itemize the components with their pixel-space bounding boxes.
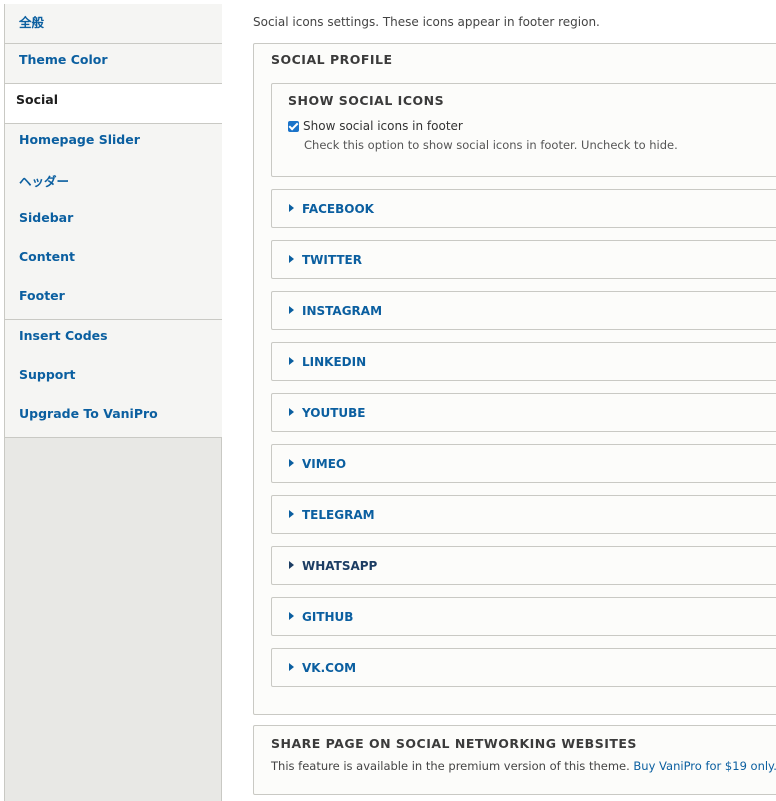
details-summary[interactable]: INSTAGRAM bbox=[302, 304, 382, 318]
tab-label: Content bbox=[19, 249, 75, 264]
triangle-right-icon bbox=[289, 306, 294, 314]
tab-label: 全般 bbox=[19, 15, 45, 30]
details-vimeo[interactable]: VIMEO bbox=[271, 444, 776, 483]
details-twitter[interactable]: TWITTER bbox=[271, 240, 776, 279]
fieldset-legend: SOCIAL PROFILE bbox=[271, 52, 393, 67]
tab-panel-social: Social icons settings. These icons appea… bbox=[222, 0, 776, 801]
tab-header[interactable]: ヘッダー bbox=[5, 163, 222, 203]
details-summary[interactable]: TELEGRAM bbox=[302, 508, 375, 522]
vertical-tabs-menu: 全般 Theme Color Social Homepage Slider ヘッ… bbox=[4, 4, 224, 801]
triangle-right-icon bbox=[289, 612, 294, 620]
tab-label: Insert Codes bbox=[19, 328, 108, 343]
tab-label: Footer bbox=[19, 288, 65, 303]
buy-vanipro-link[interactable]: Buy VaniPro for $19 only. bbox=[633, 759, 776, 773]
triangle-right-icon bbox=[289, 459, 294, 467]
tab-insert-codes[interactable]: Insert Codes bbox=[5, 320, 222, 360]
tab-footer[interactable]: Footer bbox=[5, 280, 222, 320]
tab-label: Homepage Slider bbox=[19, 132, 140, 147]
details-summary[interactable]: LINKEDIN bbox=[302, 355, 366, 369]
details-linkedin[interactable]: LINKEDIN bbox=[271, 342, 776, 381]
tab-homepage-slider[interactable]: Homepage Slider bbox=[5, 124, 222, 164]
tab-general[interactable]: 全般 bbox=[5, 4, 222, 44]
details-summary[interactable]: VIMEO bbox=[302, 457, 346, 471]
details-summary[interactable]: VK.COM bbox=[302, 661, 356, 675]
panel-description: Social icons settings. These icons appea… bbox=[253, 15, 600, 29]
checkbox-label[interactable]: Show social icons in footer bbox=[303, 119, 463, 133]
triangle-right-icon bbox=[289, 663, 294, 671]
details-summary[interactable]: TWITTER bbox=[302, 253, 362, 267]
share-page-fieldset: SHARE PAGE ON SOCIAL NETWORKING WEBSITES… bbox=[253, 725, 776, 795]
details-telegram[interactable]: TELEGRAM bbox=[271, 495, 776, 534]
tab-sidebar[interactable]: Sidebar bbox=[5, 202, 222, 242]
show-social-icons-fieldset: SHOW SOCIAL ICONS Show social icons in f… bbox=[271, 83, 776, 177]
details-github[interactable]: GITHUB bbox=[271, 597, 776, 636]
tab-theme-color[interactable]: Theme Color bbox=[5, 44, 222, 84]
fieldset-legend: SHARE PAGE ON SOCIAL NETWORKING WEBSITES bbox=[271, 736, 637, 751]
fieldset-legend: SHOW SOCIAL ICONS bbox=[288, 93, 445, 108]
share-description: This feature is available in the premium… bbox=[271, 759, 776, 773]
tab-label: Social bbox=[16, 92, 59, 107]
details-facebook[interactable]: FACEBOOK bbox=[271, 189, 776, 228]
tab-label: ヘッダー bbox=[19, 174, 70, 189]
details-youtube[interactable]: YOUTUBE bbox=[271, 393, 776, 432]
tab-support[interactable]: Support bbox=[5, 359, 222, 399]
triangle-right-icon bbox=[289, 510, 294, 518]
show-icons-checkbox-row[interactable]: Show social icons in footer bbox=[288, 119, 463, 133]
tab-label: Upgrade To VaniPro bbox=[19, 406, 158, 421]
tab-label: Sidebar bbox=[19, 210, 74, 225]
share-text: This feature is available in the premium… bbox=[271, 759, 630, 773]
details-instagram[interactable]: INSTAGRAM bbox=[271, 291, 776, 330]
details-vk[interactable]: VK.COM bbox=[271, 648, 776, 687]
details-whatsapp[interactable]: WHATSAPP bbox=[271, 546, 776, 585]
details-summary[interactable]: WHATSAPP bbox=[302, 559, 377, 573]
social-profile-fieldset: SOCIAL PROFILE SHOW SOCIAL ICONS Show so… bbox=[253, 43, 776, 715]
triangle-right-icon bbox=[289, 357, 294, 365]
checkbox-checked-icon[interactable] bbox=[288, 120, 299, 132]
details-summary[interactable]: GITHUB bbox=[302, 610, 353, 624]
tab-label: Theme Color bbox=[19, 52, 108, 67]
details-summary[interactable]: YOUTUBE bbox=[302, 406, 365, 420]
tab-label: Support bbox=[19, 367, 76, 382]
tab-upgrade[interactable]: Upgrade To VaniPro bbox=[5, 398, 222, 438]
triangle-right-icon bbox=[289, 204, 294, 212]
checkbox-description: Check this option to show social icons i… bbox=[304, 138, 678, 152]
tab-social[interactable]: Social bbox=[5, 84, 224, 124]
tab-content[interactable]: Content bbox=[5, 241, 222, 281]
details-summary[interactable]: FACEBOOK bbox=[302, 202, 374, 216]
triangle-right-icon bbox=[289, 408, 294, 416]
triangle-right-icon bbox=[289, 255, 294, 263]
triangle-right-icon bbox=[289, 561, 294, 569]
